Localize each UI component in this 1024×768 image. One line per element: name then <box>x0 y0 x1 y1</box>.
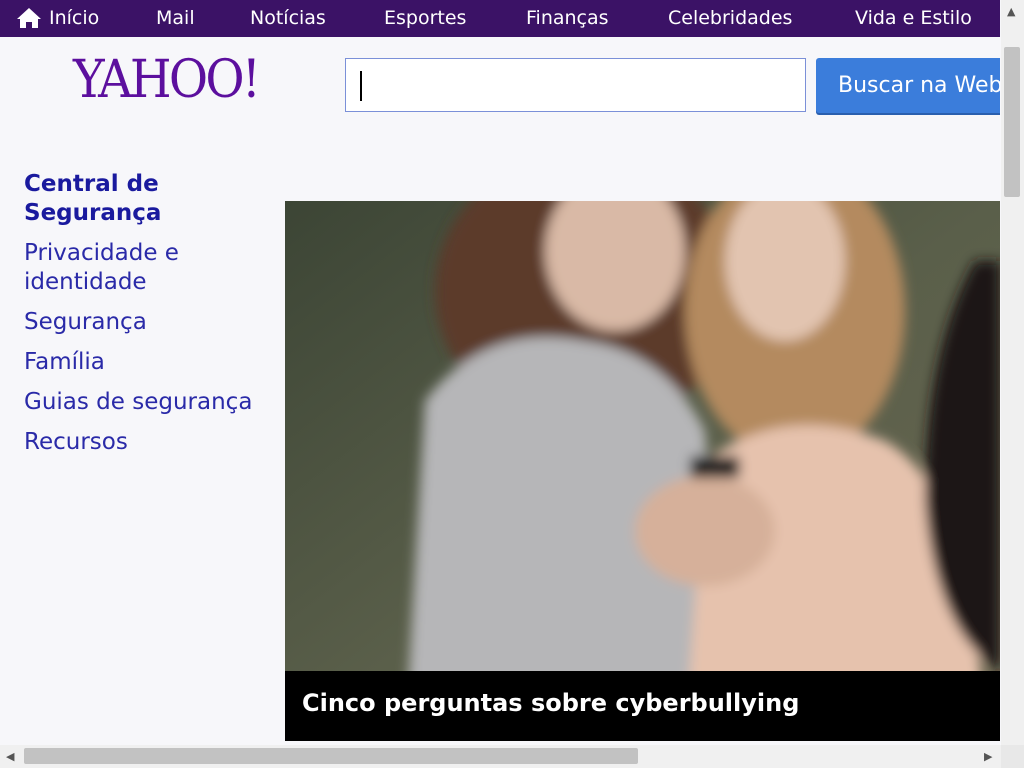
scroll-up-arrow-icon[interactable]: ▲ <box>1007 6 1015 17</box>
hero-photo <box>285 201 1000 741</box>
nav-item-esportes[interactable]: Esportes <box>384 7 466 29</box>
hero-caption-bar: Cinco perguntas sobre cyberbullying <box>285 671 1000 741</box>
scroll-left-arrow-icon[interactable]: ◀ <box>6 751 14 762</box>
horizontal-scroll-thumb[interactable] <box>24 748 638 764</box>
nav-item-home[interactable]: Início <box>16 7 99 29</box>
nav-item-celebridades[interactable]: Celebridades <box>668 7 792 29</box>
top-navigation: Início Mail Notícias Esportes Finanças C… <box>0 0 1000 37</box>
sidebar-item-seguranca[interactable]: Segurança <box>24 308 274 337</box>
text-caret <box>360 71 362 101</box>
vertical-scroll-thumb[interactable] <box>1004 47 1020 197</box>
sidebar-nav: Central de Segurança Privacidade e ident… <box>24 170 274 468</box>
nav-item-vida-e-estilo[interactable]: Vida e Estilo <box>855 7 972 29</box>
hero-caption[interactable]: Cinco perguntas sobre cyberbullying <box>302 689 799 717</box>
sidebar-item-privacidade[interactable]: Privacidade e identidade <box>24 239 274 297</box>
nav-item-financas[interactable]: Finanças <box>526 7 609 29</box>
nav-item-label: Início <box>49 7 100 29</box>
hero-feature[interactable]: Cinco perguntas sobre cyberbullying <box>285 201 1000 741</box>
nav-item-noticias[interactable]: Notícias <box>250 7 326 29</box>
home-icon <box>17 8 41 28</box>
yahoo-logo[interactable]: YAHOO! <box>73 54 261 106</box>
sidebar-item-central-de-seguranca[interactable]: Central de Segurança <box>24 170 274 228</box>
sidebar-item-familia[interactable]: Família <box>24 348 274 377</box>
sidebar-item-guias[interactable]: Guias de segurança <box>24 388 274 417</box>
scroll-right-arrow-icon[interactable]: ▶ <box>984 751 992 762</box>
sidebar-item-recursos[interactable]: Recursos <box>24 428 274 457</box>
nav-item-mail[interactable]: Mail <box>156 7 195 29</box>
scrollbar-corner <box>1001 745 1024 768</box>
search-input[interactable] <box>345 58 806 112</box>
search-web-button[interactable]: Buscar na Web <box>816 58 1016 113</box>
